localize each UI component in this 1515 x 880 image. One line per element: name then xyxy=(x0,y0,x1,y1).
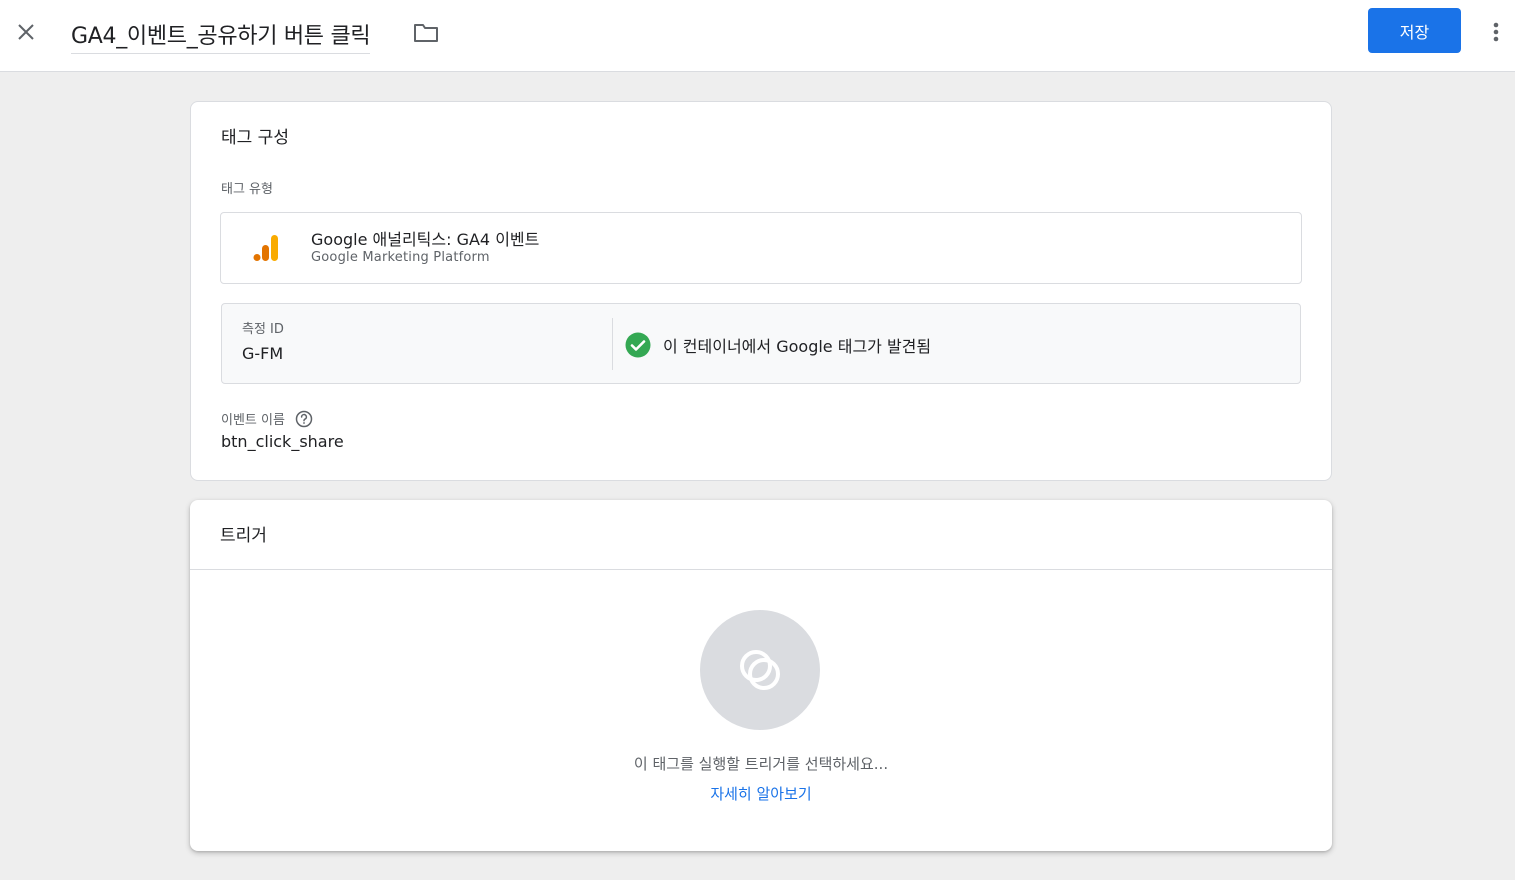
folder-icon xyxy=(414,24,438,42)
tag-configuration-card: 태그 구성 태그 유형 Google 애널리틱스: GA4 이벤트 Google… xyxy=(190,101,1332,481)
measurement-id-input[interactable]: G-FM xyxy=(242,344,284,363)
trigger-empty-text: 이 태그를 실행할 트리거를 선택하세요... xyxy=(633,755,889,773)
save-button[interactable]: 저장 xyxy=(1368,8,1461,53)
tag-type-name: Google 애널리틱스: GA4 이벤트 xyxy=(311,230,540,249)
close-button[interactable] xyxy=(10,16,42,48)
learn-more-link[interactable]: 자세히 알아보기 xyxy=(190,783,1332,804)
tag-type-platform: Google Marketing Platform xyxy=(311,250,490,265)
tag-type-selector[interactable]: Google 애널리틱스: GA4 이벤트 Google Marketing P… xyxy=(220,212,1302,284)
google-analytics-icon xyxy=(253,235,278,261)
divider xyxy=(612,318,613,370)
more-options-button[interactable] xyxy=(1484,16,1508,48)
event-name-input[interactable]: btn_click_share xyxy=(221,432,344,451)
google-tag-status: 이 컨테이너에서 Google 태그가 발견됨 xyxy=(663,337,932,356)
triggering-title: 트리거 xyxy=(220,526,267,546)
top-bar: GA4_이벤트_공유하기 버튼 클릭 저장 xyxy=(0,0,1515,72)
tag-title-field[interactable]: GA4_이벤트_공유하기 버튼 클릭 xyxy=(71,14,371,54)
triggering-card: 트리거 이 태그를 실행할 트리거를 선택하세요... 자세히 알아보기 xyxy=(190,500,1332,851)
more-vert-icon xyxy=(1493,22,1499,42)
add-trigger-button[interactable] xyxy=(700,610,820,730)
measurement-id-label: 측정 ID xyxy=(242,322,284,337)
event-name-label: 이벤트 이름 xyxy=(221,413,285,428)
help-icon[interactable] xyxy=(295,410,313,428)
tag-configuration-title: 태그 구성 xyxy=(221,128,289,148)
folder-button[interactable] xyxy=(412,20,440,46)
trigger-icon xyxy=(740,650,780,690)
tag-type-label: 태그 유형 xyxy=(221,182,273,197)
measurement-id-panel: 측정 ID G-FM 이 컨테이너에서 Google 태그가 발견됨 xyxy=(221,303,1301,384)
tag-title: GA4_이벤트_공유하기 버튼 클릭 xyxy=(71,23,371,49)
check-circle-icon xyxy=(625,332,651,358)
close-icon xyxy=(18,24,34,40)
triggering-header: 트리거 xyxy=(190,500,1332,570)
event-name-label-row: 이벤트 이름 xyxy=(221,409,313,428)
